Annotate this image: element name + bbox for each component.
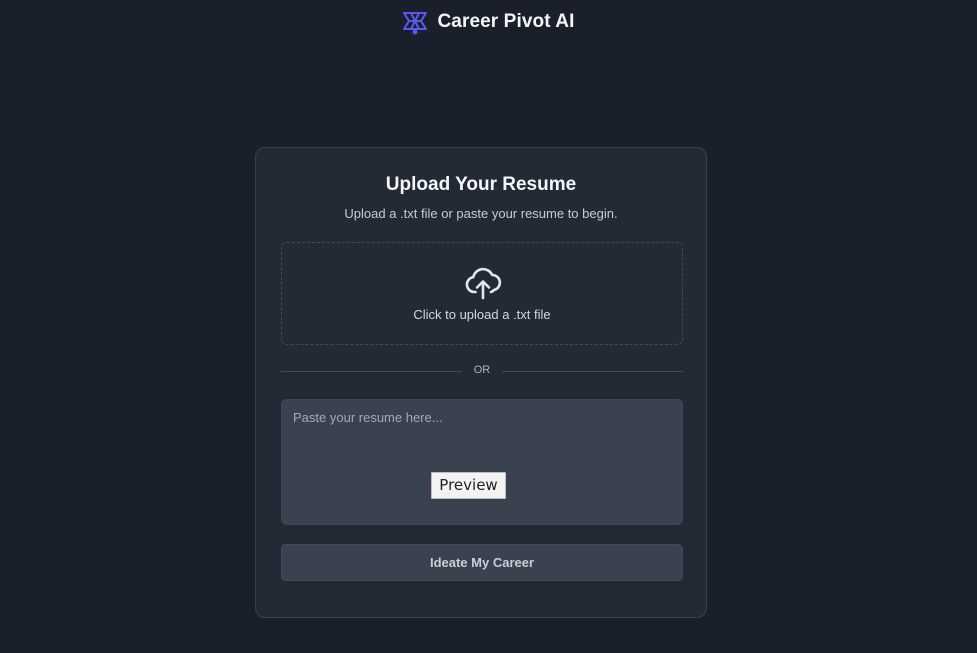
ideate-career-button[interactable]: Ideate My Career <box>281 544 683 581</box>
cloud-upload-icon <box>465 267 502 300</box>
card-title: Upload Your Resume <box>385 174 577 195</box>
file-upload-dropzone[interactable]: Click to upload a .txt file <box>281 242 683 345</box>
divider-line-right <box>502 371 683 372</box>
upload-label: Click to upload a .txt file <box>413 307 551 322</box>
preview-button[interactable]: Preview <box>431 472 506 499</box>
divider-text: OR <box>473 364 491 376</box>
upload-card: Upload Your Resume Upload a .txt file or… <box>255 147 707 618</box>
app-title: Career Pivot AI <box>437 11 575 32</box>
resume-textarea[interactable] <box>281 399 683 525</box>
app-header: Career Pivot AI <box>0 8 977 36</box>
card-subtitle: Upload a .txt file or paste your resume … <box>344 206 618 221</box>
or-divider: OR <box>281 363 683 379</box>
brain-circuit-icon <box>403 12 428 35</box>
